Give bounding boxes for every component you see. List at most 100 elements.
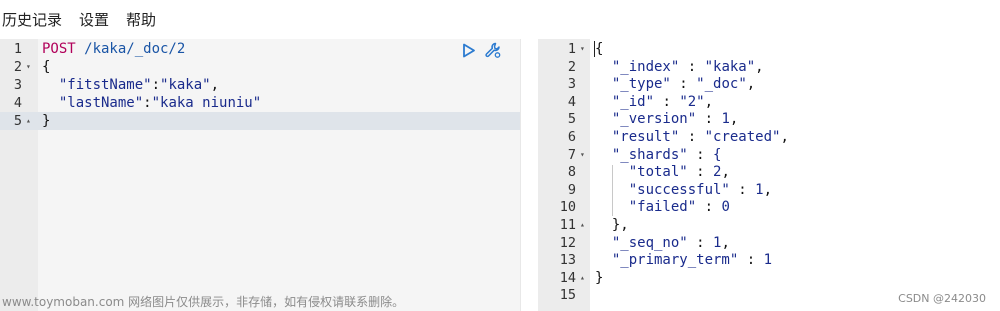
json-key: "_version": [611, 111, 697, 128]
json-key: "_index": [611, 58, 680, 75]
json-comma: ,: [780, 129, 789, 145]
json-brace: }: [595, 269, 604, 286]
fold-close-icon[interactable]: ▴: [580, 269, 585, 287]
json-brace: {: [42, 59, 51, 75]
json-key: "_type": [611, 76, 671, 93]
code-text: "total" : 2,: [628, 164, 730, 181]
line-number: 10: [559, 199, 576, 216]
response-line: 2 "_index" : "kaka",: [538, 58, 1000, 76]
line-number: 13: [559, 252, 576, 269]
line-number: 15: [559, 287, 576, 304]
code-text: "failed" : 0: [628, 199, 730, 216]
pane-divider[interactable]: [520, 39, 539, 311]
line-number: 11: [559, 217, 576, 233]
response-line: 5 "_version" : 1,: [538, 110, 1000, 128]
json-value: "_doc": [696, 76, 747, 93]
line-number: 4: [13, 95, 22, 111]
code-text: {: [42, 58, 50, 76]
json-comma: ,: [729, 111, 739, 128]
code-text: {: [595, 40, 603, 58]
json-comma: ,: [210, 77, 220, 93]
line-number: 12: [559, 234, 576, 251]
code-text: POST /kaka/_doc/2: [42, 40, 185, 58]
line-number: 3: [13, 77, 22, 93]
response-line: 11 ▴ },: [538, 216, 1000, 234]
json-comma: ,: [746, 76, 756, 93]
response-line: 13 "_primary_term" : 1: [538, 251, 1000, 269]
line-number: 6: [567, 129, 576, 145]
request-line[interactable]: 1 POST /kaka/_doc/2: [0, 40, 520, 58]
json-key: "successful": [628, 181, 730, 198]
http-method: POST: [42, 41, 76, 57]
json-comma: ,: [721, 234, 730, 251]
line-number: 5: [13, 113, 22, 129]
line-number: 2: [567, 58, 576, 75]
request-line[interactable]: 4 "lastName":"kaka niuniu": [0, 94, 520, 112]
fold-close-icon[interactable]: ▴: [26, 112, 31, 130]
response-viewer[interactable]: 1 ▾{2 "_index" : "kaka", 3 "_type" : "_doc…: [538, 39, 1000, 311]
code-text: "_index" : "kaka",: [611, 58, 764, 75]
response-line: 14 ▴}: [538, 269, 1000, 287]
json-key: "_shards": [611, 146, 688, 163]
json-comma: ,: [755, 58, 764, 75]
json-value: "kaka niuniu": [151, 95, 262, 111]
json-value: 1: [721, 111, 730, 128]
fold-open-icon[interactable]: ▾: [26, 58, 31, 76]
json-brace: {: [595, 41, 604, 57]
fold-open-icon[interactable]: ▾: [580, 146, 585, 164]
request-line[interactable]: 3 "fitstName":"kaka",: [0, 76, 520, 94]
line-number: 4: [567, 93, 576, 110]
csdn-watermark: CSDN @242030: [898, 292, 986, 305]
line-number: 8: [567, 164, 576, 181]
request-line[interactable]: 2 ▾ {: [0, 58, 520, 76]
json-key: "result": [611, 129, 680, 145]
request-line[interactable]: 5 ▴}: [0, 112, 520, 130]
menu-settings[interactable]: 设置: [79, 9, 109, 30]
line-number: 1: [567, 41, 576, 57]
json-value: 0: [721, 199, 730, 216]
code-text: "_type" : "_doc",: [611, 76, 756, 93]
response-line: 7 ▾ "_shards" : {: [538, 146, 1000, 164]
request-editor[interactable]: 1 POST /kaka/_doc/2 2 ▾ {3 "fitstName":"kaka…: [0, 39, 520, 311]
json-colon: :: [143, 95, 152, 111]
response-line: 4 "_id" : "2",: [538, 93, 1000, 111]
menu-bar: 历史记录 设置 帮助: [0, 0, 1000, 38]
fold-open-icon[interactable]: ▾: [580, 40, 585, 58]
json-key: "_primary_term": [611, 252, 739, 269]
response-line: 1 ▾ {: [538, 40, 1000, 58]
json-value: "kaka": [704, 58, 756, 75]
indent-guide: [612, 165, 613, 216]
line-number: 1: [13, 41, 22, 57]
line-number: 2: [13, 59, 22, 75]
json-value: 1: [763, 252, 773, 269]
fold-close-icon[interactable]: ▴: [580, 216, 585, 234]
json-value: {: [713, 146, 722, 163]
wrench-icon[interactable]: [484, 41, 502, 59]
json-brace: }: [42, 113, 51, 129]
response-line: 10 "failed" : 0: [538, 198, 1000, 216]
json-key: "_seq_no": [611, 234, 688, 251]
menu-help[interactable]: 帮助: [126, 9, 156, 30]
code-text: },: [595, 216, 629, 234]
line-number: 9: [567, 181, 576, 198]
code-text: "_primary_term" : 1: [611, 252, 773, 269]
request-url: /kaka/_doc/2: [75, 41, 186, 57]
json-value: "created": [704, 129, 781, 145]
line-number: 5: [567, 111, 576, 128]
line-number: 3: [567, 76, 576, 93]
json-comma: ,: [704, 93, 714, 110]
code-text: "_id" : "2",: [611, 93, 714, 110]
response-line: 6 "result" : "created",: [538, 128, 1000, 146]
menu-history[interactable]: 历史记录: [2, 9, 62, 30]
code-text: "_version" : 1,: [611, 111, 739, 128]
response-line: 3 "_type" : "_doc",: [538, 75, 1000, 93]
code-text: "lastName":"kaka niuniu": [42, 94, 261, 112]
json-key: "_id": [611, 93, 655, 110]
json-key: "total": [628, 164, 688, 181]
line-number: 7: [567, 146, 576, 163]
json-value: "kaka": [160, 77, 211, 93]
code-text: "fitstName":"kaka",: [42, 76, 219, 94]
json-key: "lastName": [58, 95, 144, 111]
play-icon[interactable]: [462, 43, 476, 58]
code-text: "successful" : 1,: [628, 181, 773, 198]
